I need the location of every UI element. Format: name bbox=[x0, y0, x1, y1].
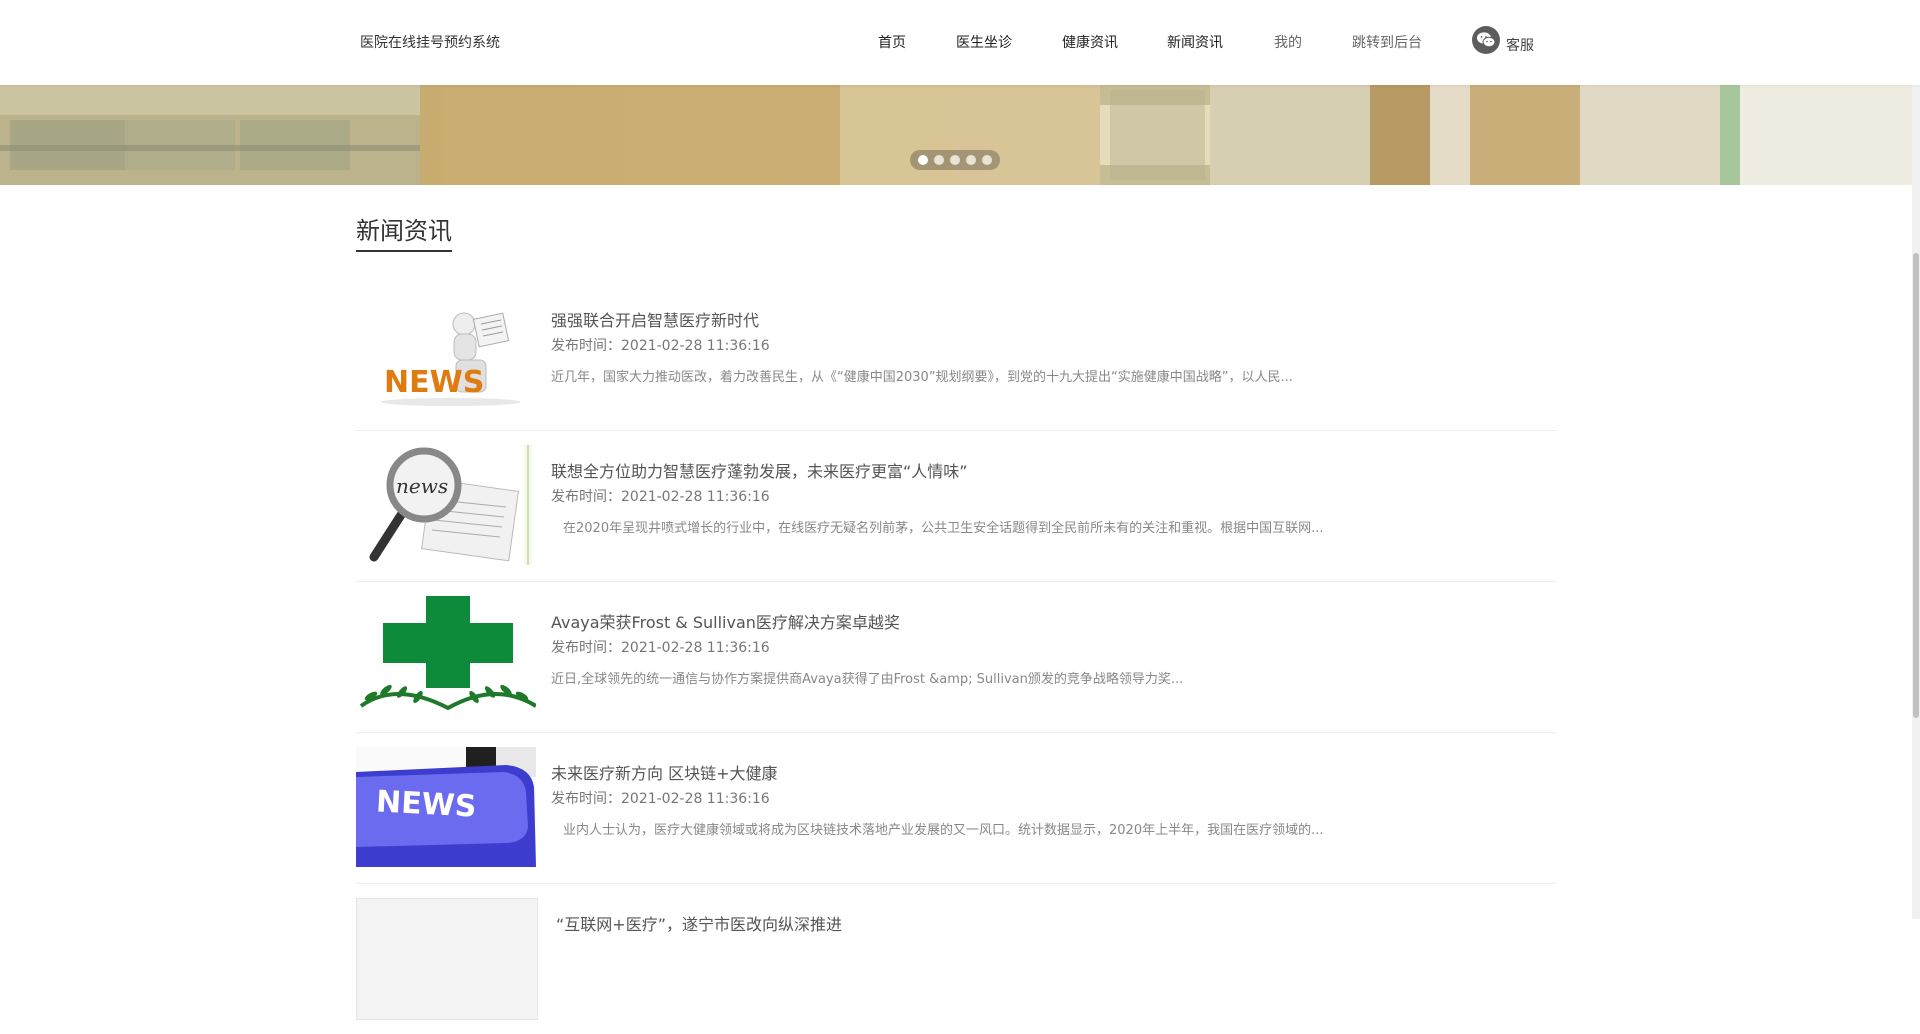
scrollbar-thumb[interactable] bbox=[1913, 253, 1919, 718]
carousel-dot[interactable] bbox=[934, 155, 944, 165]
news-image-text: NEWS bbox=[384, 365, 484, 400]
customer-service-label: 客服 bbox=[1506, 38, 1534, 54]
nav-admin[interactable]: 跳转到后台 bbox=[1352, 32, 1422, 52]
news-title[interactable]: 联想全方位助力智慧医疗蓬勃发展，未来医疗更富“人情味” bbox=[551, 458, 968, 482]
news-summary: 在2020年呈现井喷式增长的行业中，在线医疗无疑名列前茅，公共卫生安全话题得到全… bbox=[563, 521, 1324, 536]
carousel-dot[interactable] bbox=[950, 155, 960, 165]
nav-doctors[interactable]: 医生坐诊 bbox=[956, 32, 1012, 52]
nav-health-info[interactable]: 健康资讯 bbox=[1062, 32, 1118, 52]
carousel-dot[interactable] bbox=[966, 155, 976, 165]
news-title[interactable]: “互联网+医疗”，遂宁市医改向纵深推进 bbox=[556, 911, 842, 935]
news-summary: 业内人士认为，医疗大健康领域或将成为区块链技术落地产业发展的又一风口。统计数据显… bbox=[563, 823, 1324, 838]
news-date: 发布时间：2021-02-28 11:36:16 bbox=[551, 338, 770, 354]
nav-news[interactable]: 新闻资讯 bbox=[1167, 32, 1223, 52]
news-title[interactable]: 强强联合开启智慧医疗新时代 bbox=[551, 307, 759, 331]
nav-my[interactable]: 我的 bbox=[1274, 32, 1302, 52]
news-thumbnail[interactable]: news bbox=[356, 445, 536, 565]
news-item[interactable]: news 联想全方位助力智慧医疗蓬勃发展，未来医疗更富“人情味” 发布时间：20… bbox=[356, 430, 1556, 582]
news-thumbnail[interactable]: NEWS bbox=[356, 294, 536, 414]
section-title-underline bbox=[356, 250, 452, 252]
news-item[interactable]: Avaya荣获Frost & Sullivan医疗解决方案卓越奖 发布时间：20… bbox=[356, 581, 1556, 733]
news-date: 发布时间：2021-02-28 11:36:16 bbox=[551, 791, 770, 807]
news-image-text: NEWS bbox=[375, 784, 477, 824]
nav-home[interactable]: 首页 bbox=[878, 32, 906, 52]
site-brand[interactable]: 医院在线挂号预约系统 bbox=[360, 32, 500, 52]
news-date: 发布时间：2021-02-28 11:36:16 bbox=[551, 640, 770, 656]
news-thumbnail[interactable] bbox=[356, 898, 538, 1020]
section-title: 新闻资讯 bbox=[356, 217, 452, 245]
news-title[interactable]: 未来医疗新方向 区块链+大健康 bbox=[551, 760, 778, 784]
customer-service-button[interactable]: 客服 bbox=[1472, 24, 1534, 56]
news-item[interactable]: “互联网+医疗”，遂宁市医改向纵深推进 bbox=[356, 883, 1556, 1034]
carousel-dot[interactable] bbox=[982, 155, 992, 165]
news-image-text: news bbox=[396, 474, 448, 498]
carousel-dot[interactable] bbox=[918, 155, 928, 165]
news-title[interactable]: Avaya荣获Frost & Sullivan医疗解决方案卓越奖 bbox=[551, 609, 900, 633]
wechat-icon bbox=[1472, 26, 1500, 54]
news-summary: 近日,全球领先的统一通信与协作方案提供商Avaya获得了由Frost &amp;… bbox=[551, 672, 1184, 687]
top-header: 医院在线挂号预约系统 首页 医生坐诊 健康资讯 新闻资讯 我的 跳转到后台 客服 bbox=[0, 0, 1920, 85]
banner-image bbox=[0, 85, 1912, 185]
news-thumbnail[interactable] bbox=[356, 596, 536, 716]
news-item[interactable]: NEWS 强强联合开启智慧医疗新时代 发布时间：2021-02-28 11:36… bbox=[356, 279, 1556, 431]
news-summary: 近几年，国家大力推动医改，着力改善民生，从《“健康中国2030”规划纲要》，到党… bbox=[551, 370, 1293, 385]
banner-carousel[interactable] bbox=[0, 85, 1912, 185]
news-thumbnail[interactable]: NEWS bbox=[356, 747, 536, 867]
carousel-indicators bbox=[910, 150, 1000, 170]
news-date: 发布时间：2021-02-28 11:36:16 bbox=[551, 489, 770, 505]
news-item[interactable]: NEWS 未来医疗新方向 区块链+大健康 发布时间：2021-02-28 11:… bbox=[356, 732, 1556, 884]
